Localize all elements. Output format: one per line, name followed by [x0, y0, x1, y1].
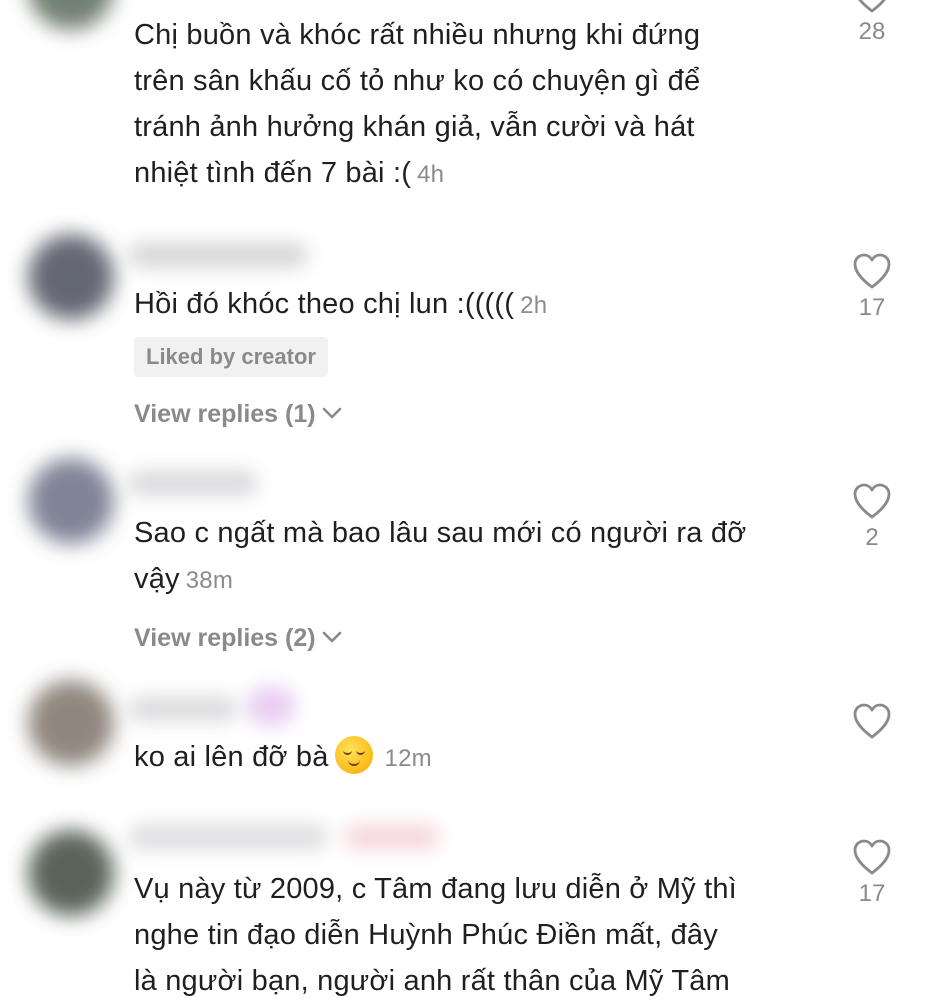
- avatar[interactable]: [28, 0, 114, 30]
- like-button[interactable]: 17: [846, 252, 898, 322]
- like-count: 17: [858, 880, 886, 907]
- view-replies-label: View replies (1): [134, 400, 316, 428]
- username[interactable]: [128, 242, 308, 268]
- chevron-down-icon: [322, 631, 341, 643]
- avatar[interactable]: [28, 680, 114, 766]
- view-replies-button[interactable]: View replies (1): [134, 398, 342, 430]
- comment-text: Sao c ngất mà bao lâu sau mới có người r…: [134, 510, 814, 604]
- username[interactable]: [128, 696, 238, 722]
- heart-icon: [858, 0, 886, 13]
- avatar[interactable]: [28, 830, 114, 916]
- username-badge: [344, 824, 440, 850]
- comment-time: 4h: [417, 161, 445, 188]
- comment-line: nghe tin đạo diễn Huỳnh Phúc Điền mất, đ…: [134, 919, 718, 951]
- comment-line: nhiệt tình đến 7 bài :(: [134, 157, 412, 189]
- like-button[interactable]: 28: [846, 0, 898, 46]
- view-replies-button[interactable]: View replies (2): [134, 622, 342, 654]
- comment-time: 38m: [185, 567, 234, 594]
- comment-line: Sao c ngất mà bao lâu sau mới có người r…: [134, 517, 747, 549]
- comment-line: Vụ này từ 2009, c Tâm đang lưu diễn ở Mỹ…: [134, 873, 737, 905]
- comment-text: ko ai lên đỡ bà 12m: [134, 734, 814, 782]
- heart-icon: [853, 483, 891, 519]
- username[interactable]: [128, 470, 258, 496]
- like-count: 17: [858, 294, 886, 321]
- comment-line: vậy: [134, 563, 180, 595]
- comment-text: Vụ này từ 2009, c Tâm đang lưu diễn ở Mỹ…: [134, 866, 814, 1004]
- comment-line: tránh ảnh hưởng khán giả, vẫn cười và há…: [134, 111, 695, 143]
- comment-text: Chị buồn và khóc rất nhiều nhưng khi đứn…: [134, 12, 814, 198]
- comment-time: 2h: [520, 292, 548, 319]
- relieved-face-emoji: [334, 736, 373, 774]
- like-count: 2: [865, 524, 879, 551]
- heart-icon: [853, 253, 891, 289]
- username[interactable]: [128, 824, 328, 850]
- like-button[interactable]: [846, 702, 898, 740]
- comment-line: Chị buồn và khóc rất nhiều nhưng khi đứn…: [134, 19, 701, 51]
- username-badge: [246, 686, 296, 726]
- heart-icon: [853, 839, 891, 875]
- avatar[interactable]: [28, 234, 114, 320]
- comment-text: Hồi đó khóc theo chị lun :(((((2h: [134, 281, 814, 329]
- comment-line: là người bạn, người anh rất thân của Mỹ …: [134, 965, 730, 997]
- avatar[interactable]: [28, 458, 114, 544]
- comment-line: trên sân khấu cố tỏ như ko có chuyện gì …: [134, 65, 701, 97]
- liked-by-creator-badge: Liked by creator: [134, 337, 328, 377]
- comment-body: Hồi đó khóc theo chị lun :(((((: [134, 288, 515, 320]
- chevron-down-icon: [322, 407, 341, 419]
- comment-body: ko ai lên đỡ bà: [134, 741, 329, 773]
- comment-time: 12m: [384, 745, 432, 772]
- heart-icon: [853, 703, 891, 739]
- like-button[interactable]: 17: [846, 838, 898, 908]
- like-count: 28: [858, 18, 886, 45]
- like-button[interactable]: 2: [846, 482, 898, 552]
- view-replies-label: View replies (2): [134, 624, 316, 652]
